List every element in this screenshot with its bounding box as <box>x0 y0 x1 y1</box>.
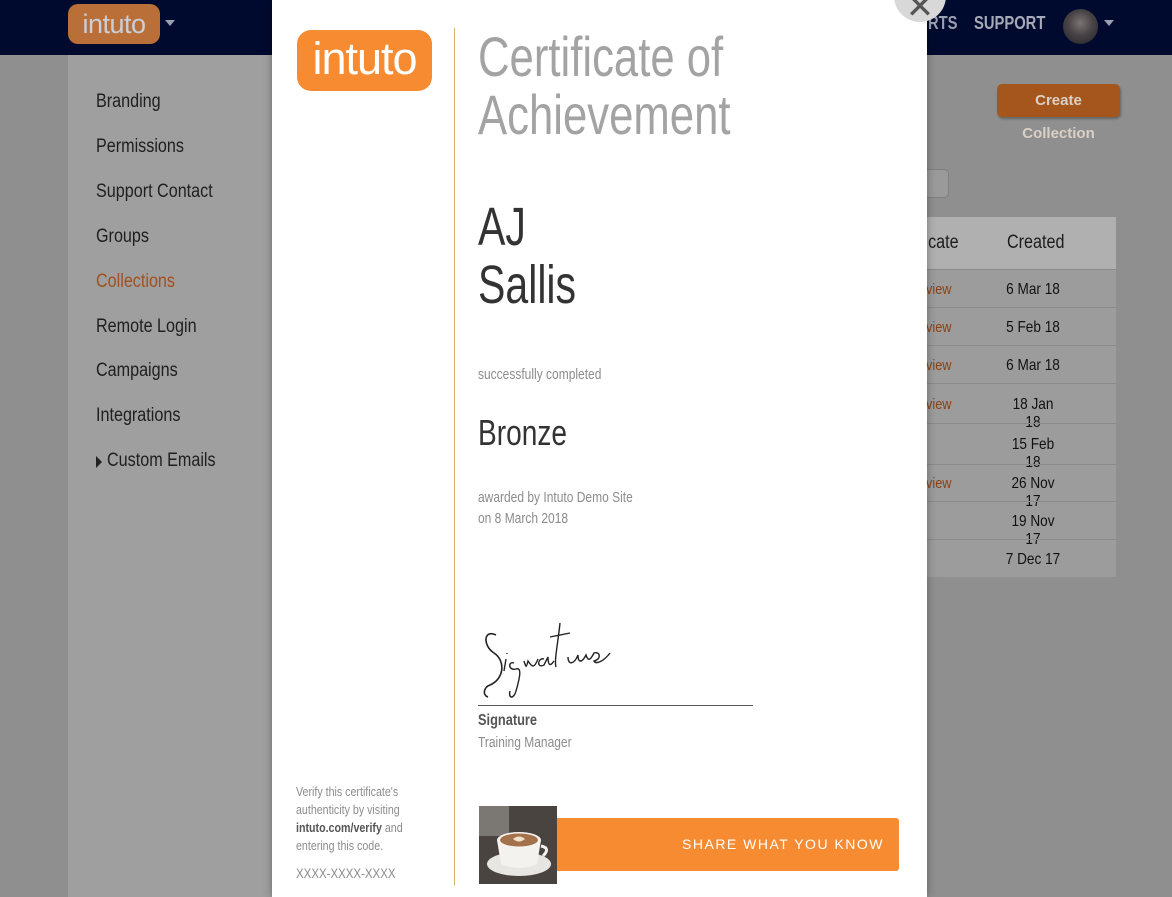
sidebar-item-permissions[interactable]: Permissions <box>96 136 184 158</box>
created-date: 6 Mar 18 <box>1006 281 1060 298</box>
sidebar-item-branding[interactable]: Branding <box>96 91 161 113</box>
handwritten-signature <box>483 622 611 698</box>
share-banner: SHARE WHAT YOU KNOW <box>479 806 899 884</box>
certificate-view-link[interactable]: view <box>926 319 952 336</box>
sidebar-item-integrations[interactable]: Integrations <box>96 405 180 427</box>
signature-name: Signature <box>478 712 538 729</box>
sidebar-item-campaigns[interactable]: Campaigns <box>96 360 178 382</box>
sidebar-item-support-contact[interactable]: Support Contact <box>96 181 213 203</box>
certificate-modal: intuto Certificate of Achievement AJ Sal… <box>272 0 927 897</box>
user-menu-chevron-down-icon[interactable] <box>1104 20 1114 26</box>
recipient-name: AJ Sallis <box>478 198 576 314</box>
created-date: 5 Feb 18 <box>1006 319 1060 336</box>
signature-role: Training Manager <box>478 734 572 751</box>
recipient-last-name: Sallis <box>478 255 577 315</box>
certificate-view-link[interactable]: view <box>926 357 952 374</box>
expand-triangle-icon[interactable] <box>96 456 102 468</box>
verify-text-1: Verify this certificate's authenticity b… <box>296 784 400 817</box>
recipient-first-name: AJ <box>478 197 526 257</box>
close-icon[interactable]: ✕ <box>906 0 935 26</box>
created-date: 7 Dec 17 <box>1005 551 1061 568</box>
sidebar-item-groups[interactable]: Groups <box>96 226 149 248</box>
certificate-view-link[interactable]: view <box>926 396 952 413</box>
coffee-cup-image <box>479 806 557 884</box>
header-created[interactable]: Created <box>1007 232 1064 254</box>
awarded-by-text: awarded by Intuto Demo Site <box>478 489 633 506</box>
sidebar-item-custom-emails[interactable]: Custom Emails <box>107 450 216 472</box>
certificate-title: Certificate of Achievement <box>478 28 731 144</box>
sidebar-item-collections[interactable]: Collections <box>96 271 175 293</box>
signature-line <box>478 705 753 706</box>
certificate-intuto-logo: intuto <box>297 30 432 91</box>
certificate-view-link[interactable]: view <box>926 475 952 492</box>
sidebar-item-remote-login[interactable]: Remote Login <box>96 316 197 338</box>
logo-menu-chevron-down-icon[interactable] <box>165 20 175 26</box>
awarded-date-text: on 8 March 2018 <box>478 510 569 527</box>
nav-support-link[interactable]: SUPPORT <box>974 13 1045 34</box>
course-name: Bronze <box>478 412 567 453</box>
certificate-view-link[interactable]: view <box>926 281 952 298</box>
certificate-title-line2: Achievement <box>478 83 731 146</box>
completed-text: successfully completed <box>478 366 602 383</box>
verification-code: XXXX-XXXX-XXXX <box>296 865 396 881</box>
verify-link[interactable]: intuto.com/verify <box>296 820 382 835</box>
share-what-you-know-bar: SHARE WHAT YOU KNOW <box>557 818 899 871</box>
user-avatar[interactable] <box>1063 9 1098 44</box>
certificate-title-line1: Certificate of <box>478 25 724 88</box>
created-date: 6 Mar 18 <box>1006 357 1060 374</box>
create-collection-button[interactable]: Create Collection <box>997 84 1120 142</box>
certificate-divider <box>454 28 455 885</box>
intuto-logo[interactable]: intuto <box>68 4 160 44</box>
verify-instructions: Verify this certificate's authenticity b… <box>296 783 435 855</box>
